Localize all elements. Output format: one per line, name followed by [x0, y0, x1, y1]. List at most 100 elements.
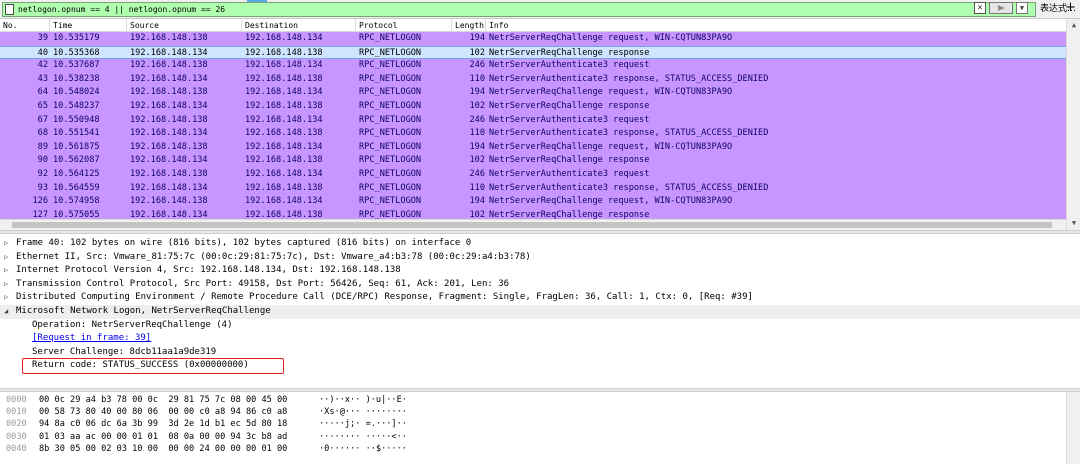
packet-cell-src: 192.168.148.134 [130, 128, 208, 139]
scroll-down-icon[interactable]: ▼ [1067, 217, 1080, 230]
detail-tree-text: Operation: NetrServerReqChallenge (4) [32, 319, 233, 330]
packet-cell-len: 194 [469, 87, 485, 98]
packet-cell-len: 194 [469, 196, 485, 207]
packet-row[interactable]: 90 10.562087 192.168.148.134 192.168.148.13… [0, 154, 1066, 168]
detail-tree-text: Frame 40: 102 bytes on wire (816 bits), … [16, 238, 472, 248]
packet-cell-len: 102 [469, 47, 485, 58]
detail-tree-item[interactable]: [Request in frame: 39] [0, 332, 1080, 346]
detail-tree-text: Internet Protocol Version 4, Src: 192.16… [16, 265, 401, 276]
column-header-source[interactable]: Source [127, 19, 242, 32]
apply-filter-button[interactable] [989, 2, 1013, 14]
detail-tree-text: Ethernet II, Src: Vmware_81:75:7c (00:0c… [16, 251, 531, 262]
packet-cell-len: 246 [469, 169, 485, 179]
collapsed-arrow-icon[interactable]: ▷ [4, 278, 8, 292]
packet-row[interactable]: 43 10.538238 192.168.148.134 192.168.148.13… [0, 72, 1066, 87]
packet-cell-len: 194 [469, 141, 485, 152]
packet-row[interactable]: 93 10.564559 192.168.148.134 192.168.148.13… [0, 181, 1066, 196]
packet-cell-src: 192.168.148.138 [130, 196, 208, 207]
column-header-protocol[interactable]: Protocol [356, 19, 452, 32]
packet-cell-no: 90 [37, 155, 48, 166]
packet-row[interactable]: 126 10.574958 192.168.148.138 192.168.148.1… [0, 195, 1066, 209]
collapsed-arrow-icon[interactable]: ▷ [4, 251, 8, 265]
packet-cell-info: NetrServerReqChallenge response [489, 101, 650, 111]
detail-tree-item[interactable]: Operation: NetrServerReqChallenge (4) [0, 319, 1080, 333]
packet-list-horizontal-scrollbar[interactable] [0, 219, 1066, 230]
packet-row[interactable]: 67 10.550948 192.168.148.138 192.168.148.13… [0, 113, 1066, 128]
collapsed-arrow-icon[interactable]: ▷ [4, 291, 8, 305]
filter-history-dropdown[interactable]: ▼ [1016, 2, 1028, 14]
detail-tree-item[interactable]: ▷ Distributed Computing Environment / Rem… [0, 291, 1080, 305]
column-header-no[interactable]: No. [0, 19, 50, 32]
packet-row[interactable]: 68 10.551541 192.168.148.134 192.168.148.13… [0, 127, 1066, 141]
hex-vertical-scrollbar[interactable] [1066, 392, 1080, 464]
display-filter-text: netlogon.opnum == 4 || netlogon.opnum ==… [18, 5, 226, 14]
detail-tree-item[interactable]: ▷ Ethernet II, Src: Vmware_81:75:7c (00:0… [0, 251, 1080, 265]
packet-cell-proto: RPC_NETLOGON [359, 87, 422, 98]
packet-cell-dst: 192.168.148.138 [245, 101, 323, 111]
hex-offset: 0000 [6, 395, 27, 405]
packet-cell-info: NetrServerAuthenticate3 response, STATUS… [489, 128, 769, 139]
detail-tree-item[interactable]: ▷ Internet Protocol Version 4, Src: 192.1… [0, 264, 1080, 278]
hex-ascii: ·Xs·@··· ········ [319, 407, 407, 418]
packet-cell-len: 246 [469, 114, 485, 125]
packet-row[interactable]: 42 10.537687 192.168.148.138 192.168.148.13… [0, 59, 1066, 73]
packet-cell-info: NetrServerReqChallenge request, WIN-CQTU… [489, 141, 733, 152]
packet-cell-no: 67 [37, 114, 48, 125]
packet-cell-proto: RPC_NETLOGON [359, 114, 422, 125]
detail-tree-item[interactable]: ◢ Microsoft Network Logon, NetrServerReqC… [0, 305, 1080, 319]
collapsed-arrow-icon[interactable]: ▷ [4, 264, 8, 278]
column-header-length[interactable]: Length [452, 19, 486, 32]
collapsed-arrow-icon[interactable]: ▷ [4, 237, 8, 251]
hex-ascii: ··)··x·· )·u|··E· [319, 395, 407, 405]
packet-cell-dst: 192.168.148.134 [245, 33, 323, 43]
packet-details-tree: ▷ Frame 40: 102 bytes on wire (816 bits),… [0, 234, 1080, 388]
packet-cell-proto: RPC_NETLOGON [359, 182, 422, 193]
packet-cell-len: 102 [469, 155, 485, 166]
return-code-highlight-box [22, 358, 284, 374]
packet-cell-time: 10.548237 [53, 101, 100, 111]
column-header-destination[interactable]: Destination [242, 19, 356, 32]
packet-cell-src: 192.168.148.134 [130, 73, 208, 84]
packet-cell-no: 89 [37, 141, 48, 152]
detail-tree-item[interactable]: ▷ Frame 40: 102 bytes on wire (816 bits),… [0, 237, 1080, 251]
packet-row[interactable]: 64 10.548024 192.168.148.138 192.168.148.13… [0, 86, 1066, 100]
packet-cell-time: 10.574958 [53, 196, 100, 207]
packet-cell-time: 10.548024 [53, 87, 100, 98]
display-filter-toolbar: netlogon.opnum == 4 || netlogon.opnum ==… [0, 0, 1080, 19]
clear-filter-icon[interactable]: × [974, 2, 986, 14]
packet-cell-dst: 192.168.148.134 [245, 196, 323, 207]
packet-cell-time: 10.550948 [53, 114, 100, 125]
detail-tree-item[interactable]: ▷ Transmission Control Protocol, Src Port… [0, 278, 1080, 292]
packet-row[interactable]: 89 10.561875 192.168.148.138 192.168.148.13… [0, 140, 1066, 155]
packet-row[interactable]: 40 10.535368 192.168.148.134 192.168.148.13… [0, 45, 1066, 60]
packet-row[interactable]: 65 10.548237 192.168.148.134 192.168.148.13… [0, 100, 1066, 114]
request-frame-link[interactable]: [Request in frame: 39] [32, 332, 151, 346]
packet-cell-no: 39 [37, 33, 48, 43]
horizontal-scroll-thumb[interactable] [12, 222, 1052, 228]
add-filter-button-icon[interactable]: + [1065, 1, 1076, 15]
packet-cell-dst: 192.168.148.134 [245, 169, 323, 179]
packet-cell-info: NetrServerAuthenticate3 request [489, 60, 650, 71]
packet-row[interactable]: 92 10.564125 192.168.148.138 192.168.148.13… [0, 168, 1066, 182]
display-filter-input[interactable]: netlogon.opnum == 4 || netlogon.opnum ==… [2, 2, 1036, 17]
column-header-info[interactable]: Info [486, 19, 1066, 32]
hex-ascii: ·0······ ··$····· [319, 443, 407, 454]
packet-cell-time: 10.535179 [53, 33, 100, 43]
filter-bookmark-icon[interactable] [5, 4, 14, 15]
packet-row[interactable]: 39 10.535179 192.168.148.138 192.168.148.13… [0, 32, 1066, 46]
expanded-arrow-icon[interactable]: ◢ [4, 305, 8, 319]
packet-cell-no: 40 [37, 47, 48, 58]
scroll-up-icon[interactable]: ▲ [1067, 19, 1080, 32]
packet-cell-time: 10.561875 [53, 141, 100, 152]
packet-cell-proto: RPC_NETLOGON [359, 196, 422, 207]
packet-bytes-pane: 0000 00 0c 29 a4 b3 78 00 0c 29 81 75 7c … [0, 392, 1080, 464]
packet-cell-info: NetrServerAuthenticate3 response, STATUS… [489, 73, 769, 84]
packet-list-vertical-scrollbar[interactable]: ▲ ▼ [1066, 19, 1080, 230]
packet-cell-no: 126 [32, 196, 48, 207]
packet-cell-len: 110 [469, 182, 485, 193]
column-header-time[interactable]: Time [50, 19, 127, 32]
hex-bytes: 94 8a c0 06 dc 6a 3b 99 3d 2e 1d b1 ec 5… [39, 419, 288, 430]
packet-list-header: No. Time Source Destination Protocol Len… [0, 19, 1080, 32]
packet-cell-time: 10.535368 [53, 47, 100, 58]
packet-cell-len: 194 [469, 33, 485, 43]
